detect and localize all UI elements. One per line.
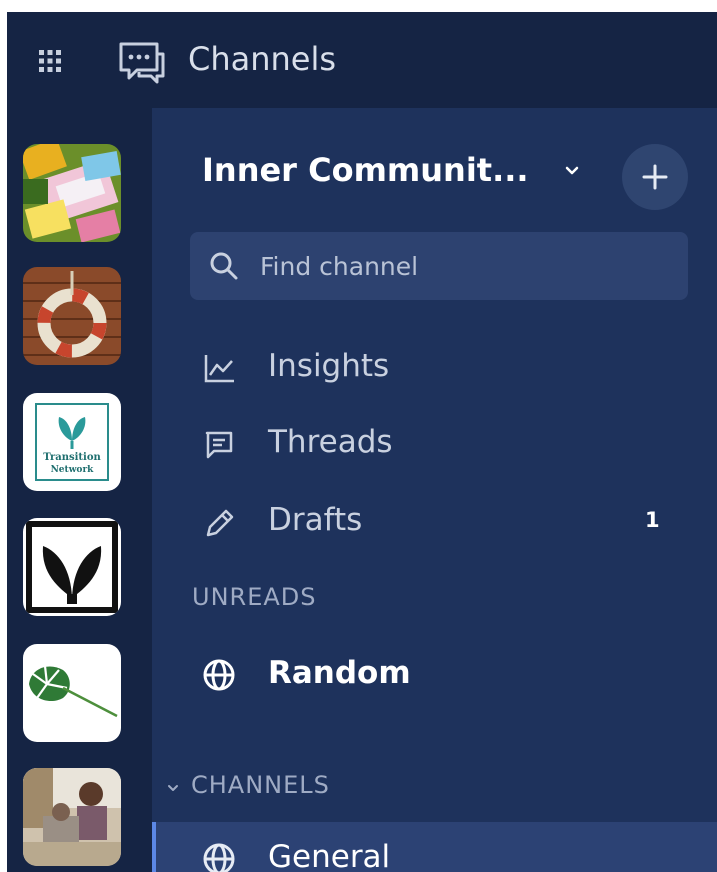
page-title: Channels <box>188 40 337 78</box>
team-avatar-lifebuoy[interactable] <box>23 267 121 365</box>
channel-sidebar: Inner Communit... Find channel Insights <box>152 108 717 872</box>
chevron-down-icon[interactable] <box>562 160 582 180</box>
channels-heading[interactable]: CHANNELS <box>191 770 330 800</box>
threads-icon <box>205 431 233 459</box>
nav-insights-label: Insights <box>268 348 390 384</box>
nav-threads[interactable]: Threads <box>202 415 672 471</box>
team-name[interactable]: Inner Communit... <box>202 150 529 190</box>
team-avatar-transition-network[interactable]: Transition Network <box>23 393 121 491</box>
find-channel-search[interactable]: Find channel <box>190 232 688 300</box>
insights-chart-icon <box>204 355 234 383</box>
channel-general-label: General <box>268 839 391 872</box>
team-switcher: Transition Network <box>7 108 152 872</box>
channel-random-label: Random <box>268 655 411 691</box>
svg-text:Network: Network <box>51 465 95 475</box>
pencil-icon <box>206 509 234 537</box>
team-avatar-colorful-notes[interactable] <box>23 144 121 242</box>
app-window: Channels Transition Network Inner Commun… <box>7 12 717 872</box>
team-avatar-sprout[interactable] <box>23 518 121 616</box>
channel-item-random[interactable]: Random <box>202 646 672 702</box>
channel-item-general[interactable]: General <box>202 830 672 872</box>
collapse-caret-icon[interactable] <box>166 781 180 795</box>
nav-threads-label: Threads <box>268 424 393 460</box>
svg-text:Transition: Transition <box>43 452 101 463</box>
search-icon <box>210 252 238 280</box>
nav-insights[interactable]: Insights <box>202 339 672 395</box>
unreads-heading: UNREADS <box>192 583 317 611</box>
team-avatar-workshop-photo[interactable] <box>23 768 121 866</box>
globe-icon <box>203 843 235 872</box>
add-channel-button[interactable] <box>622 144 688 210</box>
chat-icon <box>119 42 165 84</box>
team-avatar-monstera-leaf[interactable] <box>23 644 121 742</box>
nav-drafts-label: Drafts <box>268 502 363 538</box>
nav-drafts[interactable]: Drafts <box>202 493 672 549</box>
search-placeholder: Find channel <box>260 252 419 281</box>
plus-icon <box>642 164 668 190</box>
drafts-count-badge: 1 <box>645 508 660 532</box>
globe-icon <box>203 659 235 691</box>
grid-icon[interactable] <box>39 50 61 72</box>
top-bar: Channels <box>7 12 717 108</box>
